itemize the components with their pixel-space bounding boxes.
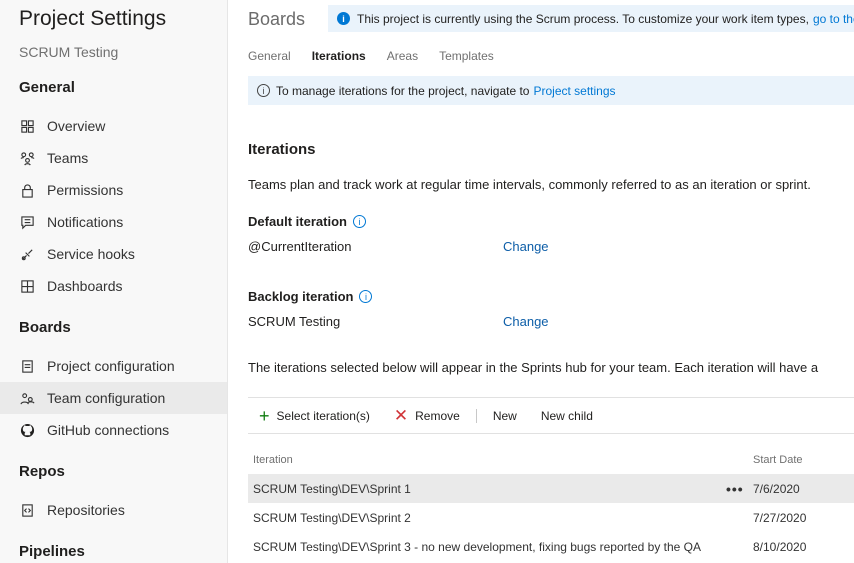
sprints-note: The iterations selected below will appea… (248, 360, 819, 375)
backlog-iteration-label: Backlog iteration i (248, 289, 373, 304)
remove-button[interactable]: ✕ Remove (394, 407, 460, 424)
backlog-iteration-value: SCRUM Testing (248, 314, 341, 329)
lock-icon (18, 181, 36, 199)
page-title: Boards (248, 9, 306, 29)
sidebar-item-repositories[interactable]: Repositories (0, 494, 227, 526)
overview-icon (18, 117, 36, 135)
tab-iterations[interactable]: Iterations (312, 49, 366, 65)
sidebar-item-github-connections[interactable]: GitHub connections (0, 414, 227, 446)
iteration-path: SCRUM Testing\DEV\Sprint 1 (253, 481, 411, 496)
sidebar-item-overview[interactable]: Overview (0, 110, 227, 142)
sidebar-item-team-configuration[interactable]: Team configuration (0, 382, 227, 414)
more-actions-icon[interactable]: ••• (726, 481, 744, 497)
plus-icon: + (259, 405, 270, 426)
tab-general[interactable]: General (248, 49, 291, 65)
start-date: 8/10/2020 (753, 539, 807, 554)
sidebar-item-label: Repositories (47, 502, 125, 518)
sidebar-title: Project Settings (19, 7, 167, 30)
change-default-iteration-link[interactable]: Change (503, 239, 549, 254)
process-banner: i This project is currently using the Sc… (328, 5, 854, 32)
iterations-description: Teams plan and track work at regular tim… (248, 177, 811, 192)
default-iteration-label-text: Default iteration (248, 214, 347, 229)
default-iteration-value: @CurrentIteration (248, 239, 352, 254)
select-iterations-button[interactable]: + Select iteration(s) (248, 407, 370, 425)
new-child-button[interactable]: New child (541, 409, 593, 423)
info-icon[interactable]: i (352, 215, 366, 228)
sidebar-item-teams[interactable]: Teams (0, 142, 227, 174)
sidebar: Project Settings SCRUM Testing General O… (0, 0, 228, 563)
team-config-icon (18, 389, 36, 407)
column-header-start-date[interactable]: Start Date (753, 454, 803, 466)
project-name: SCRUM Testing (19, 44, 119, 60)
tab-bar: General Iterations Areas Templates (248, 49, 515, 65)
notice-text: To manage iterations for the project, na… (276, 83, 530, 98)
info-icon: i (257, 84, 270, 97)
repo-icon (18, 501, 36, 519)
table-row[interactable]: SCRUM Testing\DEV\Sprint 1 ••• 7/6/2020 (248, 474, 854, 503)
sidebar-item-dashboards[interactable]: Dashboards (0, 270, 227, 302)
change-backlog-iteration-link[interactable]: Change (503, 314, 549, 329)
banner-text: This project is currently using the Scru… (357, 11, 809, 26)
tab-areas[interactable]: Areas (387, 49, 418, 65)
select-iterations-label: Select iteration(s) (276, 408, 370, 423)
start-date: 7/27/2020 (753, 510, 807, 525)
section-repos: Repos (19, 463, 65, 480)
sidebar-item-label: Service hooks (47, 246, 135, 262)
sidebar-item-label: Notifications (47, 214, 124, 230)
column-header-iteration[interactable]: Iteration (253, 454, 293, 466)
sidebar-item-notifications[interactable]: Notifications (0, 206, 227, 238)
sidebar-item-label: Teams (47, 150, 89, 166)
table-row[interactable]: SCRUM Testing\DEV\Sprint 3 - no new deve… (248, 532, 854, 561)
close-icon: ✕ (393, 406, 409, 425)
doc-icon (18, 357, 36, 375)
chat-icon (18, 213, 36, 231)
iteration-path: SCRUM Testing\DEV\Sprint 2 (253, 510, 411, 525)
default-iteration-label: Default iteration i (248, 214, 366, 229)
manage-notice: i To manage iterations for the project, … (248, 76, 854, 105)
grid-icon (18, 277, 36, 295)
sidebar-item-label: Team configuration (47, 390, 166, 406)
github-icon (18, 421, 36, 439)
sidebar-item-project-configuration[interactable]: Project configuration (0, 350, 227, 382)
sidebar-item-label: Permissions (47, 182, 124, 198)
new-button[interactable]: New (493, 409, 517, 423)
project-settings-link[interactable]: Project settings (533, 84, 615, 98)
tab-templates[interactable]: Templates (439, 49, 494, 65)
sidebar-item-permissions[interactable]: Permissions (0, 174, 227, 206)
info-icon[interactable]: i (359, 290, 373, 303)
banner-link[interactable]: go to the (813, 12, 854, 26)
sidebar-item-label: Project configuration (47, 358, 175, 374)
main-content: Boards i This project is currently using… (228, 0, 854, 563)
iterations-toolbar: + Select iteration(s) ✕ Remove New New c… (248, 397, 854, 434)
sidebar-item-label: GitHub connections (47, 422, 170, 438)
remove-label: Remove (415, 408, 460, 423)
start-date: 7/6/2020 (753, 481, 800, 496)
table-row[interactable]: SCRUM Testing\DEV\Sprint 2 7/27/2020 (248, 503, 854, 532)
backlog-iteration-label-text: Backlog iteration (248, 289, 354, 304)
info-icon: i (337, 12, 350, 25)
iteration-path: SCRUM Testing\DEV\Sprint 3 - no new deve… (253, 539, 702, 554)
sidebar-item-service-hooks[interactable]: Service hooks (0, 238, 227, 270)
section-boards: Boards (19, 319, 71, 336)
iterations-heading: Iterations (248, 141, 316, 158)
teams-icon (18, 149, 36, 167)
toolbar-divider (475, 408, 477, 423)
sidebar-item-label: Overview (47, 118, 106, 134)
section-pipelines: Pipelines (19, 543, 85, 560)
section-general: General (19, 79, 75, 96)
sidebar-item-label: Dashboards (47, 278, 123, 294)
hook-icon (18, 245, 36, 263)
